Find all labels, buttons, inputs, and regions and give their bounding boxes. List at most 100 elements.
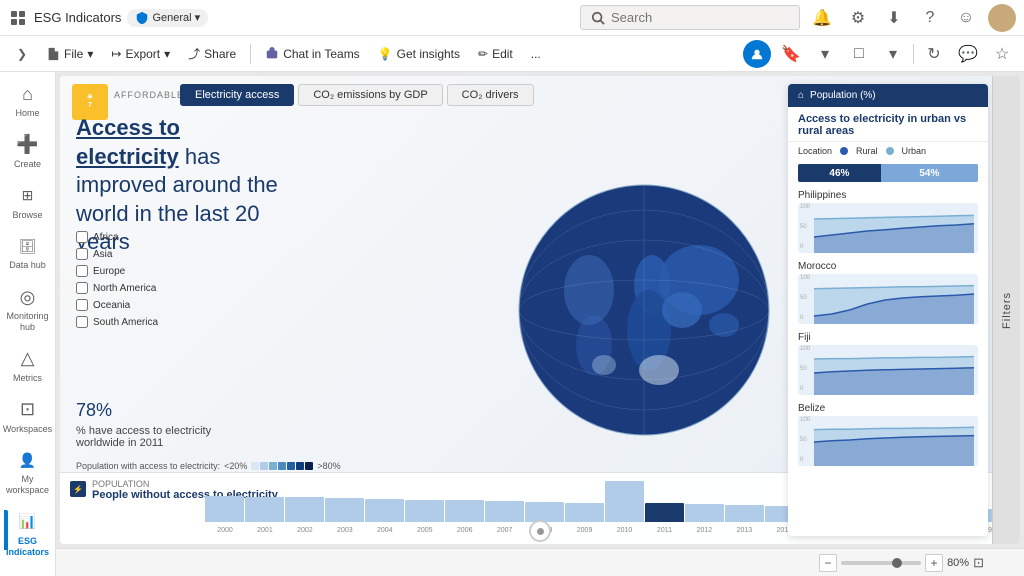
user-avatar[interactable] <box>988 4 1016 32</box>
insights-button[interactable]: 💡 Get insights <box>370 43 468 65</box>
scroll-dot[interactable] <box>529 520 551 542</box>
bar-item <box>365 481 404 522</box>
region-asia[interactable]: Asia <box>76 248 158 260</box>
search-box[interactable] <box>580 5 800 30</box>
fit-page-icon[interactable]: ⊡ <box>973 555 984 571</box>
top-bar: ESG Indicators General ▾ 🔔 ⚙ ⬇ ? ☺ <box>0 0 1024 36</box>
region-oceania[interactable]: Oceania <box>76 299 158 311</box>
search-input[interactable] <box>611 10 781 25</box>
svg-text:50: 50 <box>800 437 807 443</box>
sidebar-item-esg[interactable]: 📊 ESG Indicators <box>4 504 52 564</box>
bookmark-expand-icon[interactable]: ▾ <box>811 40 839 68</box>
download-icon[interactable]: ⬇ <box>880 4 908 32</box>
top-bar-left: ESG Indicators General ▾ <box>8 8 572 28</box>
country-name: Belize <box>798 403 978 414</box>
divider-2 <box>913 44 914 64</box>
mini-chart: 100500 <box>798 345 978 395</box>
stat-block: 78% % have access to electricityworldwid… <box>76 381 211 449</box>
teams-icon <box>265 47 279 61</box>
metrics-icon: △ <box>16 347 40 371</box>
refresh-icon[interactable]: ↻ <box>920 40 948 68</box>
bar-item <box>525 481 564 522</box>
zoom-plus-button[interactable]: + <box>925 554 943 572</box>
panel-house-icon: ⌂ <box>798 90 804 101</box>
bar-item <box>565 481 604 522</box>
bar-fill <box>685 504 724 522</box>
nav-expand-icon[interactable]: ❯ <box>8 40 36 68</box>
filters-panel[interactable]: Filters <box>992 76 1020 544</box>
bar-fill <box>325 498 364 522</box>
star-icon[interactable]: ☆ <box>988 40 1016 68</box>
year-label: 2012 <box>684 527 724 534</box>
share-button[interactable]: ⤴ Share <box>180 41 244 66</box>
tab-co2-drivers[interactable]: CO₂ drivers <box>447 84 534 106</box>
right-panel-legend: Location Rural Urban <box>788 142 988 160</box>
tab-co2-gdp[interactable]: CO₂ emissions by GDP <box>298 84 442 106</box>
bar-item <box>605 481 644 522</box>
file-icon <box>46 47 60 61</box>
bar-item <box>485 481 524 522</box>
app-grid-icon[interactable] <box>8 8 28 28</box>
chart-icon: ⚡ <box>70 481 86 497</box>
country-chart-item: Fiji100500 <box>788 328 988 399</box>
sidebar-item-home[interactable]: ⌂ Home <box>4 76 52 125</box>
top-bar-right: 🔔 ⚙ ⬇ ? ☺ <box>808 4 1016 32</box>
settings-icon[interactable]: ⚙ <box>844 4 872 32</box>
svg-text:100: 100 <box>800 417 811 423</box>
zoom-slider-thumb[interactable] <box>892 558 902 568</box>
comment-icon[interactable]: 💬 <box>954 40 982 68</box>
progress-urban: 54% <box>881 164 978 182</box>
zoom-slider[interactable] <box>841 561 921 565</box>
notifications-icon[interactable]: 🔔 <box>808 4 836 32</box>
year-label: 2011 <box>644 527 684 534</box>
more-button[interactable]: ... <box>523 43 549 65</box>
my-workspace-icon: 👤 <box>16 448 40 472</box>
sidebar-item-metrics[interactable]: △ Metrics <box>4 341 52 390</box>
mini-chart: 100500 <box>798 416 978 466</box>
sidebar-item-browse[interactable]: ⊞ Browse <box>4 178 52 227</box>
svg-text:100: 100 <box>800 204 811 210</box>
export-button[interactable]: ↦ Export ▾ <box>103 43 178 65</box>
toolbar: ❯ File ▾ ↦ Export ▾ ⤴ Share Chat in Team… <box>0 36 1024 72</box>
bookmark-icon[interactable]: 🔖 <box>777 40 805 68</box>
sidebar-item-monitoring[interactable]: ◎ Monitoring hub <box>4 279 52 339</box>
sidebar-item-my-workspace[interactable]: 👤 My workspace <box>4 442 52 502</box>
country-chart-item: Belize100500 <box>788 399 988 470</box>
toolbar-divider-1 <box>250 44 251 64</box>
sidebar-item-data-hub[interactable]: 🗄 Data hub <box>4 228 52 277</box>
region-north-america[interactable]: North America <box>76 282 158 294</box>
year-label: 2006 <box>445 527 485 534</box>
bar-item <box>685 481 724 522</box>
country-name: Philippines <box>798 190 978 201</box>
bar-fill <box>725 505 764 522</box>
file-button[interactable]: File ▾ <box>38 43 101 65</box>
help-icon[interactable]: ? <box>916 4 944 32</box>
region-south-america[interactable]: South America <box>76 316 158 328</box>
region-europe[interactable]: Europe <box>76 265 158 277</box>
svg-text:100: 100 <box>800 275 811 281</box>
edit-button[interactable]: ✏ Edit <box>470 43 521 65</box>
bar-fill <box>205 496 244 522</box>
tab-electricity[interactable]: Electricity access <box>180 84 294 106</box>
chat-teams-button[interactable]: Chat in Teams <box>257 43 367 65</box>
zoom-minus-button[interactable]: − <box>819 554 837 572</box>
bar-fill <box>285 497 324 522</box>
sidebar-item-more[interactable]: ··· More... <box>4 566 52 576</box>
fullscreen-icon[interactable]: □ <box>845 40 873 68</box>
scroll-dot-inner <box>537 528 544 535</box>
region-africa[interactable]: Africa <box>76 231 158 243</box>
general-badge[interactable]: General ▾ <box>127 9 208 27</box>
home-icon: ⌂ <box>16 82 40 106</box>
bar-fill <box>245 497 284 522</box>
progress-rural: 46% <box>798 164 881 182</box>
sidebar-item-workspaces[interactable]: ⊡ Workspaces <box>4 392 52 441</box>
feedback-icon[interactable]: ☺ <box>952 4 980 32</box>
sidebar-item-create[interactable]: ➕ Create <box>4 127 52 176</box>
app-name: ESG Indicators <box>34 10 121 25</box>
search-icon <box>591 11 605 25</box>
zoom-controls: − + 80% ⊡ <box>819 554 984 572</box>
population-legend: Population with access to electricity: <… <box>76 461 341 471</box>
fullscreen-expand-icon[interactable]: ▾ <box>879 40 907 68</box>
year-label: 2001 <box>245 527 285 534</box>
user-icon[interactable] <box>743 40 771 68</box>
